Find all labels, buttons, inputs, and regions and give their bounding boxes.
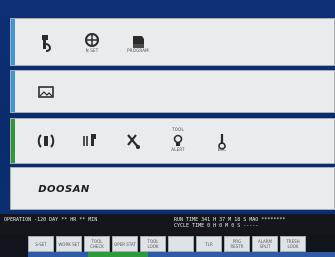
- brand-logo: DOOSAN: [29, 177, 99, 201]
- panel-brand: DOOSAN: [10, 167, 335, 210]
- softkey[interactable]: PRG RESTR: [224, 236, 250, 252]
- icon-caption: ALERT: [171, 147, 185, 152]
- panel-accent: [11, 119, 15, 163]
- softkey[interactable]: TOOL LOOK: [140, 236, 166, 252]
- softkey-color-segment: [148, 252, 208, 257]
- brand-name: DOOSAN: [38, 183, 90, 195]
- status-bar: OPERATION -120 DAY ** HR ** MIN RUN TIME…: [0, 214, 335, 234]
- picture-frame-icon[interactable]: [31, 77, 61, 107]
- spindle-icon[interactable]: [31, 126, 61, 156]
- time-readouts: RUN TIME 341 H 37 M 18 S MAO ******** CY…: [174, 217, 332, 229]
- cycle-time: CYCLE TIME 0 H 0 M 0 S -----: [174, 223, 259, 229]
- panel-display: [10, 70, 335, 113]
- icon-caption: PROGRAM: [127, 48, 149, 53]
- softkey-color-segment: [88, 252, 148, 257]
- panel-accent: [11, 19, 15, 65]
- softkey[interactable]: WORK SET: [56, 236, 82, 252]
- panel-status: TOOL ALERT EXC: [10, 118, 335, 164]
- tool-icon[interactable]: [31, 27, 61, 57]
- display-icon-row: [31, 71, 61, 112]
- softkeys: S-SET WORK SET TOOL CHECK OPER STAT TOOL…: [28, 236, 306, 252]
- softkey[interactable]: TOOL CHECK: [84, 236, 110, 252]
- status-icon-row: TOOL ALERT EXC: [31, 119, 237, 163]
- tool-change-icon[interactable]: [75, 126, 105, 156]
- hmi-screen: N SET PROGRAM TOOL ALERT EXC DOOSAN OPER…: [0, 0, 335, 257]
- network-settings-icon[interactable]: N SET: [77, 27, 107, 57]
- icon-caption: EXC: [217, 147, 227, 152]
- softkey[interactable]: ALARM SPLIT: [252, 236, 278, 252]
- icon-caption: N SET: [85, 48, 99, 53]
- program-icon[interactable]: PROGRAM: [123, 27, 153, 57]
- softkey[interactable]: S-SET: [28, 236, 54, 252]
- softkey[interactable]: TRESH LOOK: [280, 236, 306, 252]
- softkey[interactable]: OPER STAT: [112, 236, 138, 252]
- softkey-color-segment: [28, 252, 88, 257]
- softkey-color-segment: [208, 252, 335, 257]
- temperature-icon[interactable]: EXC: [207, 126, 237, 156]
- icon-caption-top: TOOL: [172, 127, 184, 132]
- operation-readout: OPERATION -120 DAY ** HR ** MIN: [4, 217, 98, 223]
- softkey[interactable]: [168, 236, 194, 252]
- coolant-icon[interactable]: [119, 126, 149, 156]
- softkey[interactable]: TLR: [196, 236, 222, 252]
- light-bulb-icon[interactable]: TOOL ALERT: [163, 126, 193, 156]
- panel-top: N SET PROGRAM: [10, 18, 335, 66]
- panel-accent: [11, 71, 15, 112]
- softkey-color-bar: [28, 252, 335, 257]
- top-icon-row: N SET PROGRAM: [31, 19, 153, 65]
- softkey-bar: S-SET WORK SET TOOL CHECK OPER STAT TOOL…: [0, 234, 335, 257]
